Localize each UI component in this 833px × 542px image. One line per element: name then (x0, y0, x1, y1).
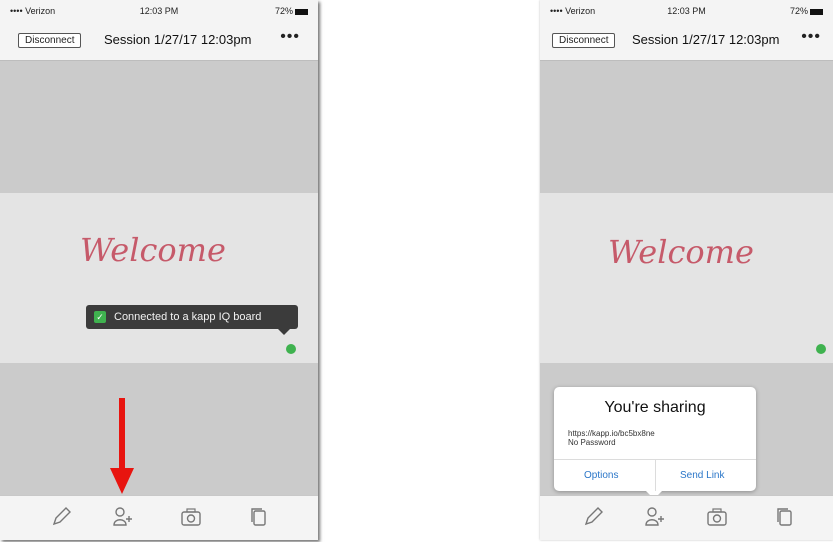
disconnect-button[interactable]: Disconnect (552, 33, 616, 48)
more-menu-icon[interactable]: ••• (801, 28, 821, 46)
status-bar: •••• Verizon 12:03 PM 72% (540, 0, 833, 22)
camera-icon[interactable] (178, 504, 204, 530)
sharing-title: You're sharing (604, 399, 706, 416)
battery-icon (810, 8, 823, 15)
canvas-top (540, 61, 833, 193)
connection-status-dot (286, 344, 296, 354)
session-title: Session 1/27/17 12:03pm (104, 32, 252, 47)
battery-icon (295, 8, 308, 15)
connected-toast: ✓ Connected to a kapp IQ board (86, 305, 298, 335)
clock: 12:03 PM (139, 6, 179, 16)
add-person-icon[interactable] (110, 504, 136, 530)
share-url[interactable]: https://kapp.io/bc5bx8ne (568, 429, 655, 438)
bottom-toolbar (540, 495, 833, 540)
battery-indicator: 72% (275, 6, 308, 16)
battery-percent: 72% (789, 6, 808, 16)
nav-bar: Disconnect Session 1/27/17 12:03pm ••• (540, 22, 833, 61)
bottom-toolbar (0, 495, 318, 540)
camera-icon[interactable] (704, 504, 730, 530)
left-phone-screen: •••• Verizon 12:03 PM 72% Disconnect Ses… (0, 0, 318, 540)
battery-percent: 72% (274, 6, 293, 16)
board-handwriting: Welcome (608, 233, 754, 271)
canvas-bottom (0, 363, 318, 496)
send-link-button[interactable]: Send Link (680, 470, 724, 481)
toast-message: Connected to a kapp IQ board (114, 311, 262, 323)
check-icon: ✓ (94, 311, 106, 323)
copy-icon[interactable] (772, 504, 798, 530)
nav-bar: Disconnect Session 1/27/17 12:03pm ••• (0, 22, 318, 61)
password-label: No Password (568, 438, 616, 447)
disconnect-button[interactable]: Disconnect (18, 33, 82, 48)
more-menu-icon[interactable]: ••• (280, 28, 300, 46)
divider (655, 459, 656, 491)
canvas-top (0, 61, 318, 193)
toast-tail (278, 329, 290, 335)
whiteboard-canvas[interactable]: Welcome (540, 193, 833, 363)
red-arrow-annotation (110, 398, 134, 494)
copy-icon[interactable] (246, 504, 272, 530)
session-title: Session 1/27/17 12:03pm (632, 32, 780, 47)
whiteboard-canvas[interactable]: Welcome ✓ Connected to a kapp IQ board (0, 193, 318, 363)
board-handwriting: Welcome (80, 231, 226, 269)
right-phone-screen: •••• Verizon 12:03 PM 72% Disconnect Ses… (540, 0, 833, 540)
battery-indicator: 72% (790, 6, 823, 16)
pencil-icon[interactable] (48, 504, 74, 530)
pencil-icon[interactable] (580, 504, 606, 530)
sharing-popup: You're sharing https://kapp.io/bc5bx8ne … (554, 387, 756, 499)
connection-status-dot (816, 344, 826, 354)
status-bar: •••• Verizon 12:03 PM 72% (0, 0, 318, 22)
add-person-icon[interactable] (642, 504, 668, 530)
options-button[interactable]: Options (584, 470, 618, 481)
